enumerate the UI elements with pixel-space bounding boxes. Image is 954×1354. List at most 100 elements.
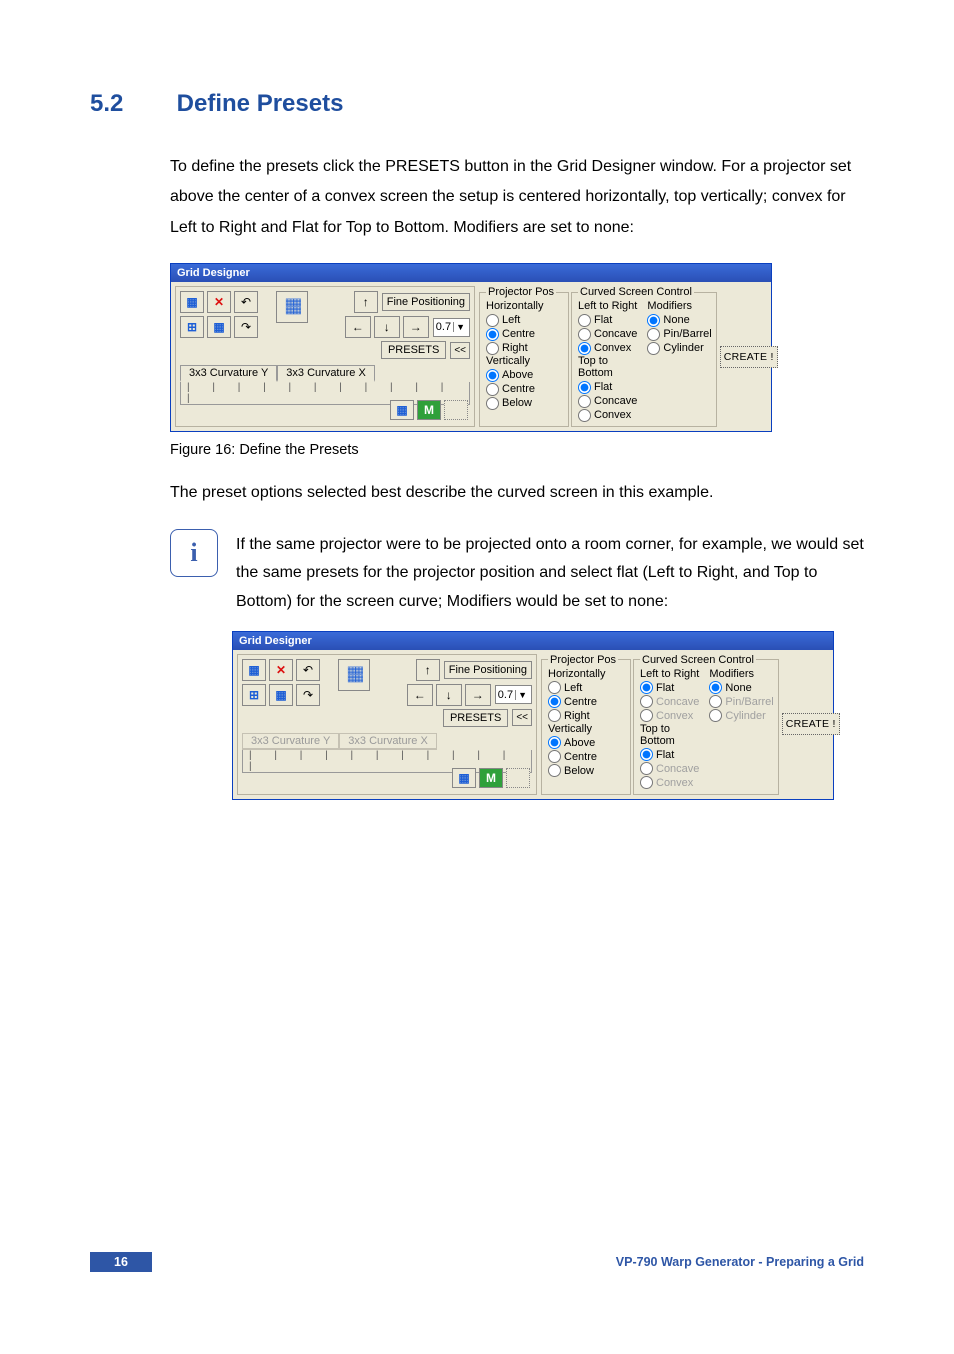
info-icon: i — [170, 529, 218, 577]
radio-h-right[interactable]: Right — [486, 341, 564, 355]
dropdown-icon[interactable]: ▼ — [515, 690, 529, 700]
window-title: Grid Designer — [171, 264, 771, 282]
horizontally-label: Horizontally — [548, 668, 626, 680]
arrow-right-icon[interactable]: → — [403, 316, 429, 338]
tab-curvature-x[interactable]: 3x3 Curvature X — [277, 365, 374, 382]
radio-v-below[interactable]: Below — [548, 764, 626, 778]
blank-icon[interactable] — [444, 400, 468, 420]
projector-pos-legend: Projector Pos — [548, 654, 618, 666]
radio-v-centre[interactable]: Centre — [486, 382, 564, 396]
radio-mod-pinbarrel[interactable]: Pin/Barrel — [647, 327, 711, 341]
page-number: 16 — [90, 1252, 152, 1272]
grid-b-icon[interactable]: ▦ — [269, 684, 293, 706]
radio-h-centre[interactable]: Centre — [548, 695, 626, 709]
lr-label: Left to Right — [640, 668, 699, 680]
window-title: Grid Designer — [233, 632, 833, 650]
step-spinner[interactable]: 0.7▼ — [495, 685, 532, 704]
arrow-right-icon[interactable]: → — [465, 684, 491, 706]
radio-h-left[interactable]: Left — [486, 313, 564, 327]
grid-b-icon[interactable]: ▦ — [207, 316, 231, 338]
radio-v-above[interactable]: Above — [548, 736, 626, 750]
curved-screen-group: Curved Screen Control Left to Right Flat… — [633, 654, 779, 795]
heading-title: Define Presets — [177, 90, 344, 117]
grid-large-icon[interactable]: ▦▦▦▦ — [276, 291, 308, 323]
radio-tb-flat[interactable]: Flat — [640, 748, 699, 762]
arrow-up-icon[interactable]: ↑ — [416, 659, 440, 681]
radio-tb-convex[interactable]: Convex — [640, 776, 699, 790]
presets-button[interactable]: PRESETS — [381, 341, 446, 359]
small-grid-icon[interactable]: ▦ — [452, 768, 476, 788]
undo-icon[interactable]: ↶ — [234, 291, 258, 313]
curved-legend: Curved Screen Control — [640, 654, 756, 666]
lr-label: Left to Right — [578, 300, 637, 312]
doc-title-footer: VP-790 Warp Generator - Preparing a Grid — [616, 1252, 864, 1272]
tb-label: Top to Bottom — [640, 723, 699, 747]
radio-tb-concave[interactable]: Concave — [578, 394, 637, 408]
section-heading: 5.2 Define Presets — [90, 90, 864, 118]
blank-icon[interactable] — [506, 768, 530, 788]
radio-mod-none[interactable]: None — [647, 313, 711, 327]
arrow-down-icon[interactable]: ↓ — [436, 684, 462, 706]
radio-lr-convex[interactable]: Convex — [578, 341, 637, 355]
grid-designer-panel-2: Grid Designer ▦ ✕ ↶ ⊞ ▦ ↷ — [232, 631, 834, 800]
close-icon[interactable]: ✕ — [207, 291, 231, 313]
radio-h-right[interactable]: Right — [548, 709, 626, 723]
small-grid-icon[interactable]: ▦ — [390, 400, 414, 420]
radio-mod-cylinder[interactable]: Cylinder — [709, 709, 773, 723]
load-icon[interactable]: ▦ — [242, 659, 266, 681]
grid-large-icon[interactable]: ▦▦▦▦ — [338, 659, 370, 691]
undo-icon[interactable]: ↶ — [296, 659, 320, 681]
radio-mod-none[interactable]: None — [709, 681, 773, 695]
load-icon[interactable]: ▦ — [180, 291, 204, 313]
projector-pos-group: Projector Pos Horizontally Left Centre R… — [479, 286, 569, 427]
radio-h-centre[interactable]: Centre — [486, 327, 564, 341]
radio-mod-pinbarrel[interactable]: Pin/Barrel — [709, 695, 773, 709]
radio-lr-concave[interactable]: Concave — [578, 327, 637, 341]
tab-curvature-x[interactable]: 3x3 Curvature X — [339, 733, 436, 750]
m-icon[interactable]: M — [479, 768, 503, 788]
create-button[interactable]: CREATE ! — [782, 713, 840, 735]
radio-mod-cylinder[interactable]: Cylinder — [647, 341, 711, 355]
tab-curvature-y[interactable]: 3x3 Curvature Y — [242, 733, 339, 750]
radio-lr-flat[interactable]: Flat — [640, 681, 699, 695]
presets-button[interactable]: PRESETS — [443, 709, 508, 727]
redo-icon[interactable]: ↷ — [234, 316, 258, 338]
close-icon[interactable]: ✕ — [269, 659, 293, 681]
radio-h-left[interactable]: Left — [548, 681, 626, 695]
tab-curvature-y[interactable]: 3x3 Curvature Y — [180, 365, 277, 382]
create-button[interactable]: CREATE ! — [720, 346, 778, 368]
redo-icon[interactable]: ↷ — [296, 684, 320, 706]
radio-v-below[interactable]: Below — [486, 396, 564, 410]
collapse-button[interactable]: << — [450, 342, 470, 359]
step-value: 0.7 — [436, 321, 453, 333]
left-tool-area: ▦ ✕ ↶ ⊞ ▦ ↷ ▦▦▦▦ — [175, 286, 475, 427]
left-tool-area: ▦ ✕ ↶ ⊞ ▦ ↷ ▦▦▦▦ — [237, 654, 537, 795]
dropdown-icon[interactable]: ▼ — [453, 322, 467, 332]
arrow-left-icon[interactable]: ← — [345, 316, 371, 338]
radio-lr-concave[interactable]: Concave — [640, 695, 699, 709]
tb-label: Top to Bottom — [578, 355, 637, 379]
fine-positioning-label: Fine Positioning — [444, 661, 532, 679]
vertically-label: Vertically — [486, 355, 564, 367]
projector-pos-legend: Projector Pos — [486, 286, 556, 298]
radio-lr-convex[interactable]: Convex — [640, 709, 699, 723]
radio-lr-flat[interactable]: Flat — [578, 313, 637, 327]
grid-designer-panel-1: Grid Designer ▦ ✕ ↶ ⊞ ▦ ↷ — [170, 263, 772, 432]
collapse-button[interactable]: << — [512, 709, 532, 726]
radio-v-above[interactable]: Above — [486, 368, 564, 382]
grid-a-icon[interactable]: ⊞ — [242, 684, 266, 706]
m-icon[interactable]: M — [417, 400, 441, 420]
arrow-left-icon[interactable]: ← — [407, 684, 433, 706]
radio-tb-concave[interactable]: Concave — [640, 762, 699, 776]
intro-paragraph: To define the presets click the PRESETS … — [170, 152, 864, 243]
radio-v-centre[interactable]: Centre — [548, 750, 626, 764]
arrow-up-icon[interactable]: ↑ — [354, 291, 378, 313]
step-spinner[interactable]: 0.7▼ — [433, 318, 470, 337]
radio-tb-convex[interactable]: Convex — [578, 408, 637, 422]
grid-a-icon[interactable]: ⊞ — [180, 316, 204, 338]
arrow-down-icon[interactable]: ↓ — [374, 316, 400, 338]
after-figure-text: The preset options selected best describ… — [170, 478, 864, 508]
figure-caption: Figure 16: Define the Presets — [170, 442, 864, 458]
radio-tb-flat[interactable]: Flat — [578, 380, 637, 394]
note-text: If the same projector were to be project… — [236, 529, 864, 617]
